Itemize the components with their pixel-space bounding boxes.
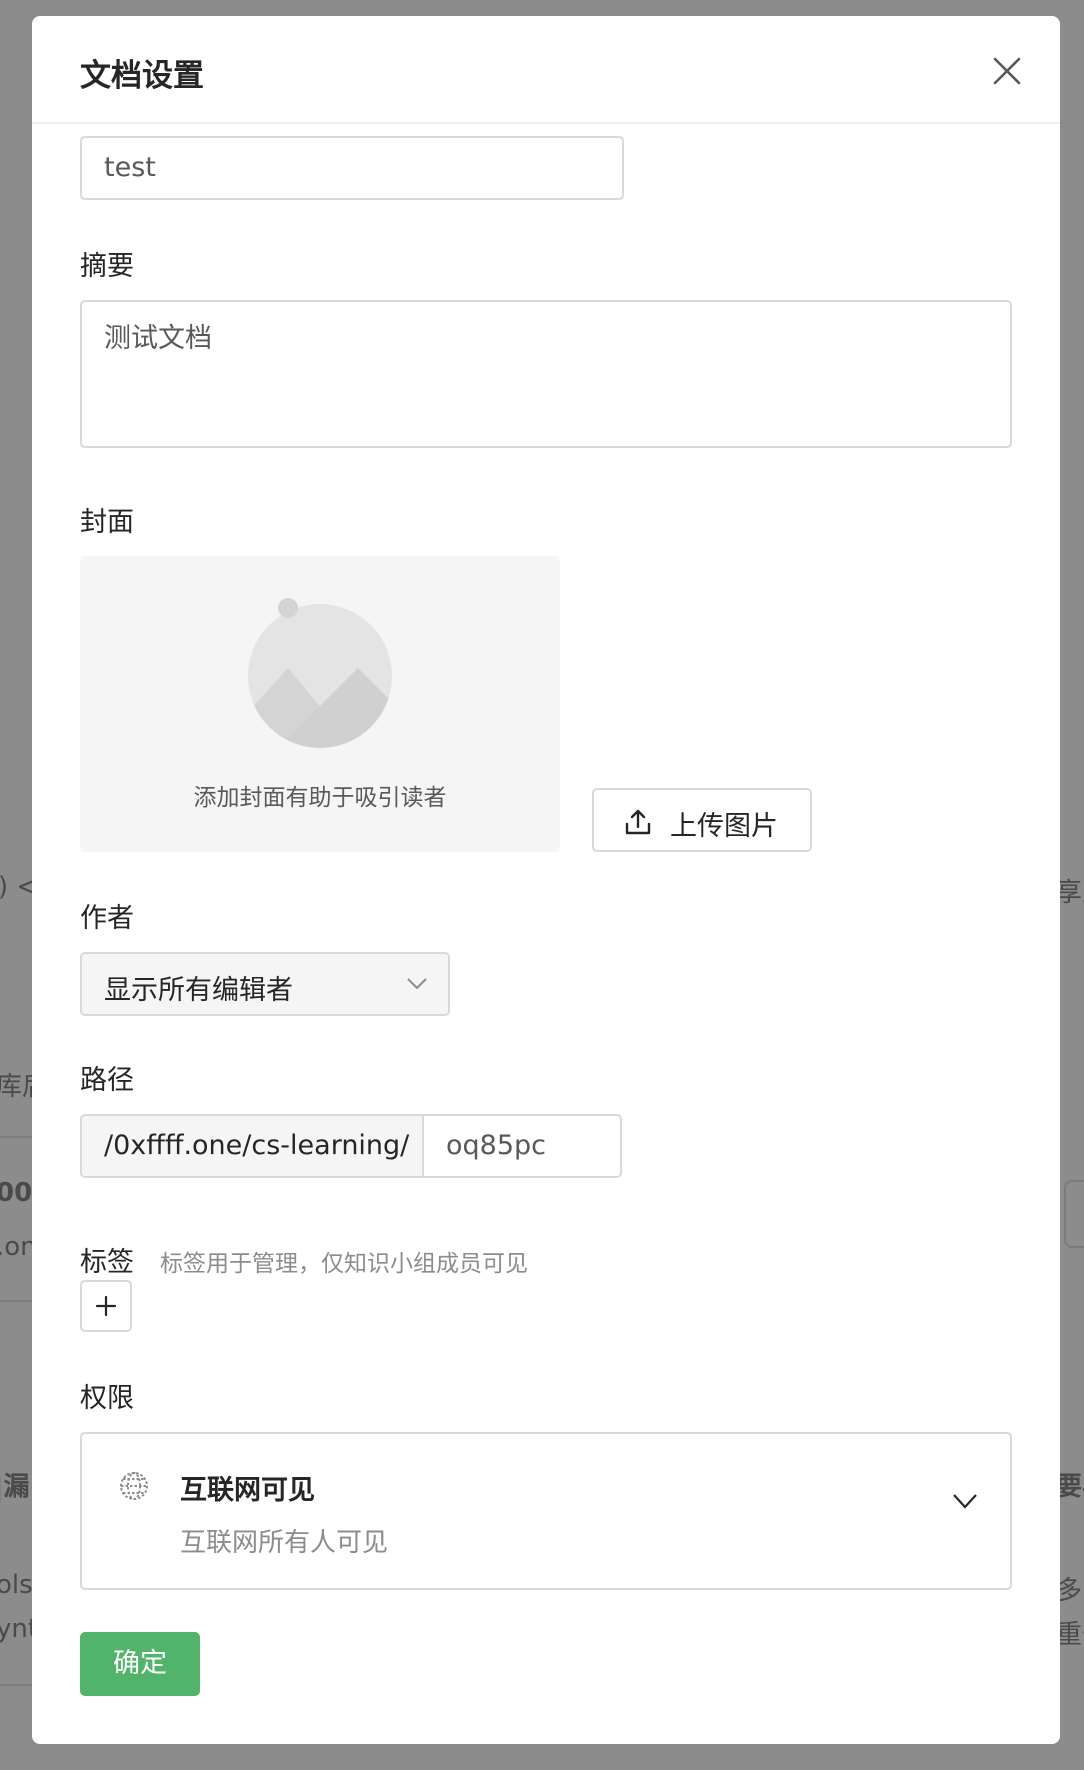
summary-label: 摘要	[80, 251, 134, 282]
path-label: 路径	[80, 1065, 134, 1096]
modal-header: 文档设置	[32, 16, 1060, 124]
background-divider	[0, 1300, 32, 1302]
background-text: 要与	[1056, 1472, 1084, 1502]
background-divider	[0, 1136, 32, 1138]
path-prefix-text: /0xffff.one/cs-learning/	[104, 1130, 410, 1161]
title-input[interactable]: test	[80, 136, 624, 200]
cover-hint: 添加封面有助于吸引读者	[193, 785, 447, 811]
background-text: 多,	[1056, 1576, 1084, 1606]
upload-image-label: 上传图片	[670, 811, 778, 842]
summary-textarea[interactable]: 测试文档	[80, 300, 1012, 448]
background-text: 享主	[1056, 878, 1084, 908]
modal-title: 文档设置	[80, 58, 204, 94]
permission-select[interactable]: 互联网可见 互联网所有人可见	[80, 1432, 1012, 1590]
background-text: 重于	[1056, 1620, 1084, 1650]
permission-label: 权限	[80, 1383, 134, 1414]
title-input-value: test	[104, 152, 156, 183]
plus-icon	[95, 1295, 117, 1317]
document-settings-modal: 文档设置 test 摘要 测试文档 封面 添加封面有助于吸引读者 上传图片 作者…	[32, 16, 1060, 1744]
path-prefix: /0xffff.one/cs-learning/	[80, 1114, 424, 1178]
cover-label: 封面	[80, 507, 134, 538]
background-text: ols	[0, 1570, 33, 1600]
image-placeholder-icon	[248, 598, 398, 752]
chevron-down-icon	[952, 1492, 978, 1514]
author-select-value: 显示所有编辑者	[104, 975, 293, 1006]
cover-placeholder[interactable]: 添加封面有助于吸引读者	[80, 556, 560, 852]
confirm-button[interactable]: 确定	[80, 1632, 200, 1696]
add-tag-button[interactable]	[80, 1280, 132, 1332]
globe-icon	[118, 1470, 150, 1506]
tags-hint: 标签用于管理，仅知识小组成员可见	[160, 1251, 528, 1277]
background-button	[1064, 1180, 1084, 1248]
close-icon[interactable]	[992, 56, 1022, 86]
chevron-down-icon	[406, 976, 428, 996]
author-select[interactable]: 显示所有编辑者	[80, 952, 450, 1016]
path-slug-value: oq85pc	[446, 1130, 546, 1161]
permission-description: 互联网所有人可见	[180, 1528, 389, 1558]
tags-label: 标签	[80, 1247, 134, 1278]
permission-title: 互联网可见	[180, 1475, 315, 1506]
author-label: 作者	[80, 903, 134, 934]
upload-icon	[624, 808, 652, 840]
upload-image-button[interactable]: 上传图片	[592, 788, 812, 852]
background-text: |漏	[0, 1472, 30, 1502]
path-slug-input[interactable]: oq85pc	[422, 1114, 622, 1178]
summary-textarea-value: 测试文档	[104, 323, 212, 354]
background-divider	[0, 1684, 32, 1686]
